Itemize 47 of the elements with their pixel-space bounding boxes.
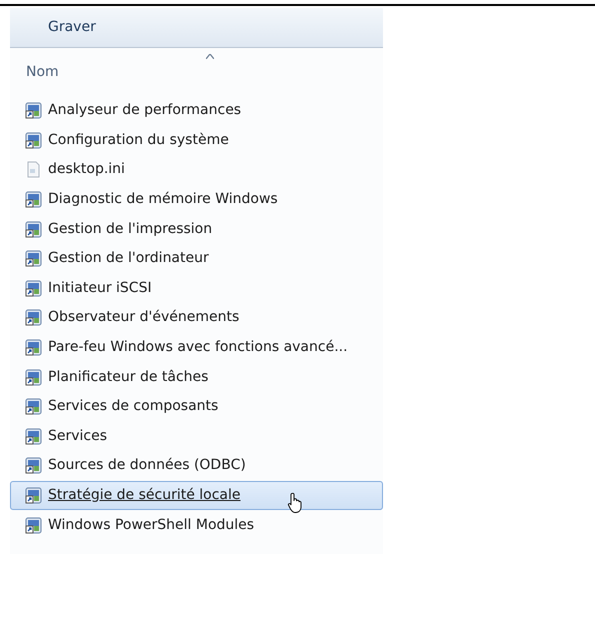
file-row[interactable]: Analyseur de performances — [10, 96, 383, 126]
file-name: Pare-feu Windows avec fonctions avancé... — [48, 338, 348, 358]
file-name: Services de composants — [48, 397, 218, 416]
file-row[interactable]: Planificateur de tâches — [10, 362, 383, 392]
shortcut-icon — [25, 250, 42, 268]
file-name: Gestion de l'impression — [48, 220, 212, 239]
shortcut-icon — [25, 398, 42, 416]
shortcut-icon — [25, 516, 42, 534]
file-row[interactable]: Gestion de l'impression — [10, 214, 383, 244]
column-header[interactable]: Nom — [26, 62, 59, 82]
file-row[interactable]: Observateur d'événements — [10, 303, 383, 333]
shortcut-icon — [25, 280, 42, 297]
shortcut-icon — [25, 191, 42, 208]
file-row[interactable]: Gestion de l'ordinateur — [10, 244, 383, 274]
file-name: Planificateur de tâches — [48, 368, 208, 387]
file-row[interactable]: Diagnostic de mémoire Windows — [10, 184, 383, 214]
file-row[interactable]: Sources de données (ODBC) — [10, 451, 383, 481]
file-name: desktop.ini — [48, 160, 125, 180]
file-row[interactable]: Configuration du système — [10, 126, 383, 156]
file-row[interactable]: Stratégie de sécurité locale — [10, 480, 383, 510]
file-row[interactable]: Windows PowerShell Modules — [10, 510, 383, 540]
burn-button[interactable]: Graver — [42, 15, 102, 40]
file-row[interactable]: Services — [10, 422, 383, 452]
file-name: Stratégie de sécurité locale — [48, 486, 241, 506]
file-row[interactable]: desktop.ini — [10, 155, 383, 185]
shortcut-icon — [25, 132, 42, 149]
shortcut-icon — [25, 428, 42, 445]
file-name: Configuration du système — [48, 130, 229, 150]
file-name: Diagnostic de mémoire Windows — [48, 190, 278, 210]
file-name: Analyseur de performances — [48, 101, 242, 120]
shortcut-icon — [25, 487, 42, 504]
file-name: Services — [48, 426, 108, 446]
file-name: Windows PowerShell Modules — [48, 516, 254, 535]
file-row[interactable]: Pare-feu Windows avec fonctions avancé... — [10, 332, 383, 362]
shortcut-icon — [25, 457, 42, 474]
file-name: Sources de données (ODBC) — [48, 456, 246, 476]
file-row[interactable]: Initiateur iSCSI — [10, 274, 383, 304]
file-name: Observateur d'événements — [48, 308, 240, 328]
file-name: Initiateur iSCSI — [48, 278, 152, 298]
shortcut-icon — [25, 368, 42, 386]
shortcut-icon — [25, 220, 42, 238]
file-name: Gestion de l'ordinateur — [48, 249, 209, 268]
file-icon — [25, 161, 42, 178]
shortcut-icon — [25, 309, 42, 326]
shortcut-icon — [25, 339, 42, 356]
file-row[interactable]: Services de composants — [10, 392, 383, 422]
shortcut-icon — [25, 102, 42, 120]
